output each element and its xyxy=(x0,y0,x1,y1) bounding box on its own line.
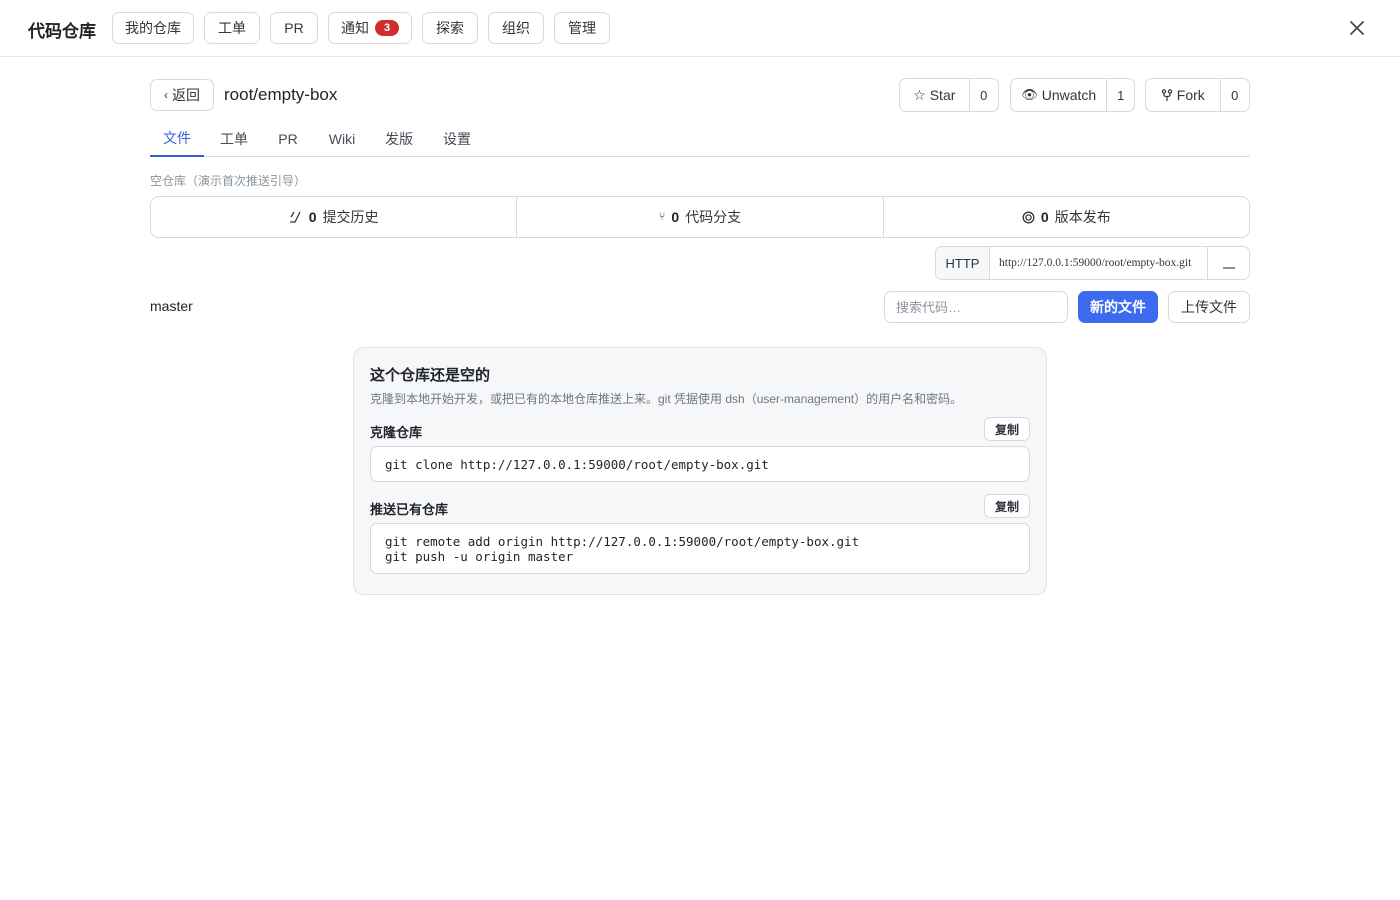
nav-label: 组织 xyxy=(502,20,530,36)
tab-pr[interactable]: PR xyxy=(268,121,308,157)
empty-repo-card: 这个仓库还是空的 克隆到本地开始开发，或把已有的本地仓库推送上来。git 凭据使… xyxy=(353,347,1047,595)
push-section-label: 推送已有仓库 xyxy=(370,502,449,517)
clone-section-label: 克隆仓库 xyxy=(370,425,423,440)
branch-count: 0 xyxy=(671,209,680,225)
watch-count[interactable]: 1 xyxy=(1107,79,1134,111)
nav-label: 探索 xyxy=(436,20,464,36)
stat-branches[interactable]: ⑂ 0 代码分支 xyxy=(516,197,882,237)
release-count: 0 xyxy=(1040,209,1049,225)
clone-copy-button[interactable] xyxy=(1207,247,1249,279)
nav-admin-button[interactable]: 管理 xyxy=(554,12,610,44)
star-button-group: ☆ Star 0 xyxy=(899,78,999,112)
back-label: 返回 xyxy=(172,87,200,103)
unwatch-label: Unwatch xyxy=(1041,87,1097,103)
fork-button[interactable]: Fork xyxy=(1146,79,1221,111)
commit-icon xyxy=(289,211,301,223)
release-label: 版本发布 xyxy=(1054,209,1111,225)
upload-file-button[interactable]: 上传文件 xyxy=(1168,291,1250,323)
repo-stats: 0 提交历史 ⑂ 0 代码分支 0 版本发布 xyxy=(150,196,1250,238)
stat-releases[interactable]: 0 版本发布 xyxy=(882,197,1249,237)
branch-label: 代码分支 xyxy=(685,209,742,225)
chevron-left-icon: ‹ xyxy=(164,88,168,102)
unwatch-button[interactable]: 👁 Unwatch xyxy=(1011,79,1108,111)
branch-selector[interactable]: master xyxy=(150,298,193,314)
nav-label: 管理 xyxy=(568,20,596,36)
tab-issues[interactable]: 工单 xyxy=(212,121,256,157)
tab-releases[interactable]: 发版 xyxy=(378,121,420,157)
new-file-button[interactable]: 新的文件 xyxy=(1078,291,1158,323)
nav-label: 通知 xyxy=(341,20,369,36)
copy-push-button[interactable]: 复制 xyxy=(984,494,1030,518)
nav-issues-button[interactable]: 工单 xyxy=(204,12,260,44)
clone-protocol-button[interactable]: HTTP xyxy=(936,247,990,279)
release-icon xyxy=(1022,211,1035,223)
nav-pr-button[interactable]: PR xyxy=(270,12,318,44)
fork-icon xyxy=(1161,88,1172,101)
star-button[interactable]: ☆ Star xyxy=(900,79,970,111)
star-count[interactable]: 0 xyxy=(970,79,998,111)
tab-wiki[interactable]: Wiki xyxy=(320,121,364,157)
copy-icon xyxy=(1222,267,1235,269)
clone-url-field[interactable]: http://127.0.0.1:59000/root/empty-box.gi… xyxy=(990,247,1207,279)
nav-label: PR xyxy=(284,20,304,36)
repo-name: root/empty-box xyxy=(224,85,338,104)
clone-command-block[interactable]: git clone http://127.0.0.1:59000/root/em… xyxy=(370,446,1030,482)
branch-icon: ⑂ xyxy=(658,211,666,223)
star-icon: ☆ xyxy=(913,86,926,103)
fork-label: Fork xyxy=(1176,87,1205,103)
push-command-block[interactable]: git remote add origin http://127.0.0.1:5… xyxy=(370,523,1030,574)
commit-label: 提交历史 xyxy=(322,209,379,225)
tab-settings[interactable]: 设置 xyxy=(436,121,478,157)
repo-subtitle: 空仓库（演示首次推送引导） xyxy=(150,174,307,188)
close-icon xyxy=(1350,21,1364,35)
stat-commits[interactable]: 0 提交历史 xyxy=(151,197,516,237)
close-button[interactable] xyxy=(1343,14,1371,42)
nav-label: 工单 xyxy=(218,20,246,36)
star-label: Star xyxy=(929,87,956,103)
empty-repo-description: 克隆到本地开始开发，或把已有的本地仓库推送上来。git 凭据使用 dsh（use… xyxy=(370,392,963,406)
repo-tabs: 文件 工单 PR Wiki 发版 设置 xyxy=(150,121,1250,157)
commit-count: 0 xyxy=(308,209,317,225)
search-code-input[interactable] xyxy=(884,291,1068,323)
back-button[interactable]: ‹ 返回 xyxy=(150,79,214,111)
notification-count-badge: 3 xyxy=(375,20,399,36)
nav-my-repos-button[interactable]: 我的仓库 xyxy=(112,12,194,44)
nav-explore-button[interactable]: 探索 xyxy=(422,12,478,44)
top-bar: 代码仓库 我的仓库 工单 PR 通知 3 探索 组织 管理 xyxy=(0,0,1400,57)
empty-repo-title: 这个仓库还是空的 xyxy=(370,367,491,384)
tab-files[interactable]: 文件 xyxy=(150,121,204,157)
nav-orgs-button[interactable]: 组织 xyxy=(488,12,544,44)
copy-clone-button[interactable]: 复制 xyxy=(984,417,1030,441)
fork-count[interactable]: 0 xyxy=(1221,79,1249,111)
eye-icon: 👁 xyxy=(1021,87,1038,102)
watch-button-group: 👁 Unwatch 1 xyxy=(1010,78,1135,112)
clone-url-box: HTTP http://127.0.0.1:59000/root/empty-b… xyxy=(935,246,1250,280)
app-title: 代码仓库 xyxy=(28,22,96,41)
nav-notifications-button[interactable]: 通知 3 xyxy=(328,12,412,44)
nav-label: 我的仓库 xyxy=(125,20,181,36)
fork-button-group: Fork 0 xyxy=(1145,78,1250,112)
